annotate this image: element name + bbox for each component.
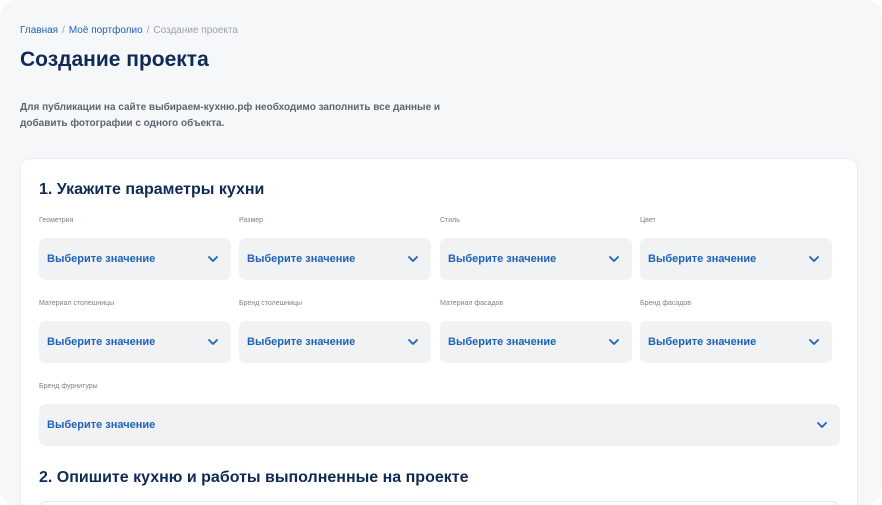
field-facade-brand-label: Бренд фасадов: [640, 300, 692, 307]
facade-material-select[interactable]: Выберите значение: [440, 321, 632, 363]
hardware-brand-select[interactable]: Выберите значение: [39, 404, 840, 446]
geometry-select[interactable]: Выберите значение: [39, 238, 231, 280]
breadcrumb-separator: /: [146, 25, 150, 36]
chevron-down-icon: [208, 256, 218, 262]
field-facade-material: Материал фасадов Выберите значение: [440, 299, 632, 363]
field-style-label: Стиль: [440, 217, 460, 224]
chevron-down-icon: [208, 339, 218, 345]
size-select-value: Выберите значение: [247, 253, 356, 265]
chevron-down-icon: [408, 256, 418, 262]
section-description-title: 2. Опишите кухню и работы выполненные на…: [39, 469, 469, 486]
breadcrumb-current: Создание проекта: [153, 25, 238, 36]
breadcrumb-separator: /: [62, 25, 65, 36]
geometry-select-value: Выберите значение: [47, 253, 156, 265]
facade-brand-select-value: Выберите значение: [648, 336, 757, 348]
countertop-brand-select-value: Выберите значение: [247, 336, 356, 348]
field-countertop-brand-label: Бренд столешницы: [239, 300, 303, 307]
field-hardware-brand: Бренд фурнитуры Выберите значение: [39, 382, 840, 446]
field-color-label: Цвет: [640, 217, 656, 224]
project-form-card: 1. Укажите параметры кухни Геометрия Выб…: [20, 158, 858, 505]
countertop-brand-select[interactable]: Выберите значение: [239, 321, 431, 363]
field-color: Цвет Выберите значение: [640, 216, 832, 280]
section-kitchen-params-title: 1. Укажите параметры кухни: [39, 181, 265, 198]
chevron-down-icon: [408, 339, 418, 345]
size-select[interactable]: Выберите значение: [239, 238, 431, 280]
field-countertop-material: Материал столешницы Выберите значение: [39, 299, 231, 363]
page-description: Для публикации на сайте выбираем-кухню.р…: [20, 102, 441, 129]
breadcrumb-home-link[interactable]: Главная: [20, 25, 58, 36]
field-size-label: Размер: [239, 217, 264, 224]
style-select[interactable]: Выберите значение: [440, 238, 632, 280]
field-style: Стиль Выберите значение: [440, 216, 632, 280]
field-size: Размер Выберите значение: [239, 216, 431, 280]
field-geometry: Геометрия Выберите значение: [39, 216, 231, 280]
color-select-value: Выберите значение: [648, 253, 757, 265]
breadcrumb-portfolio-link[interactable]: Моё портфолио: [69, 25, 143, 36]
description-textarea[interactable]: [39, 501, 839, 505]
page: Главная / Моё портфолио / Создание проек…: [0, 0, 882, 505]
field-facade-material-label: Материал фасадов: [440, 300, 504, 307]
facade-material-select-value: Выберите значение: [448, 336, 557, 348]
chevron-down-icon: [809, 256, 819, 262]
chevron-down-icon: [609, 256, 619, 262]
color-select[interactable]: Выберите значение: [640, 238, 832, 280]
field-countertop-material-label: Материал столешницы: [39, 300, 115, 307]
page-title: Создание проекта: [20, 48, 209, 71]
chevron-down-icon: [817, 422, 827, 428]
breadcrumb: Главная / Моё портфолио / Создание проек…: [20, 25, 238, 36]
field-geometry-label: Геометрия: [39, 217, 74, 224]
countertop-material-select[interactable]: Выберите значение: [39, 321, 231, 363]
facade-brand-select[interactable]: Выберите значение: [640, 321, 832, 363]
field-hardware-brand-label: Бренд фурнитуры: [39, 383, 98, 390]
field-countertop-brand: Бренд столешницы Выберите значение: [239, 299, 431, 363]
chevron-down-icon: [809, 339, 819, 345]
style-select-value: Выберите значение: [448, 253, 557, 265]
countertop-material-select-value: Выберите значение: [47, 336, 156, 348]
hardware-brand-select-value: Выберите значение: [47, 419, 156, 431]
chevron-down-icon: [609, 339, 619, 345]
field-facade-brand: Бренд фасадов Выберите значение: [640, 299, 832, 363]
